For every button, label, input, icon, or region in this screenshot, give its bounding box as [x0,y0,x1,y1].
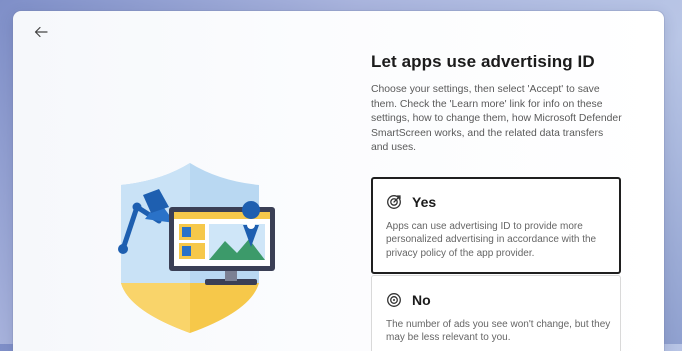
option-yes[interactable]: Yes Apps can use advertising ID to provi… [371,177,621,274]
target-check-icon [387,195,401,209]
option-no[interactable]: No The number of ads you see won't chang… [371,275,621,351]
option-no-header: No [386,292,431,308]
target-off-icon [387,293,401,307]
option-yes-label: Yes [412,194,437,210]
option-yes-header: Yes [386,194,436,210]
option-no-description: The number of ads you see won't change, … [386,319,611,344]
privacy-shield-illustration [118,163,275,333]
page-title: Let apps use advertising ID [371,52,595,71]
option-no-label: No [412,292,431,308]
back-arrow-icon [34,26,48,38]
page-description: Choose your settings, then select 'Accep… [371,84,622,154]
back-button[interactable] [30,21,52,43]
oobe-window: Let apps use advertising ID Choose your … [13,11,664,351]
option-yes-description: Apps can use advertising ID to provide m… [386,221,597,259]
